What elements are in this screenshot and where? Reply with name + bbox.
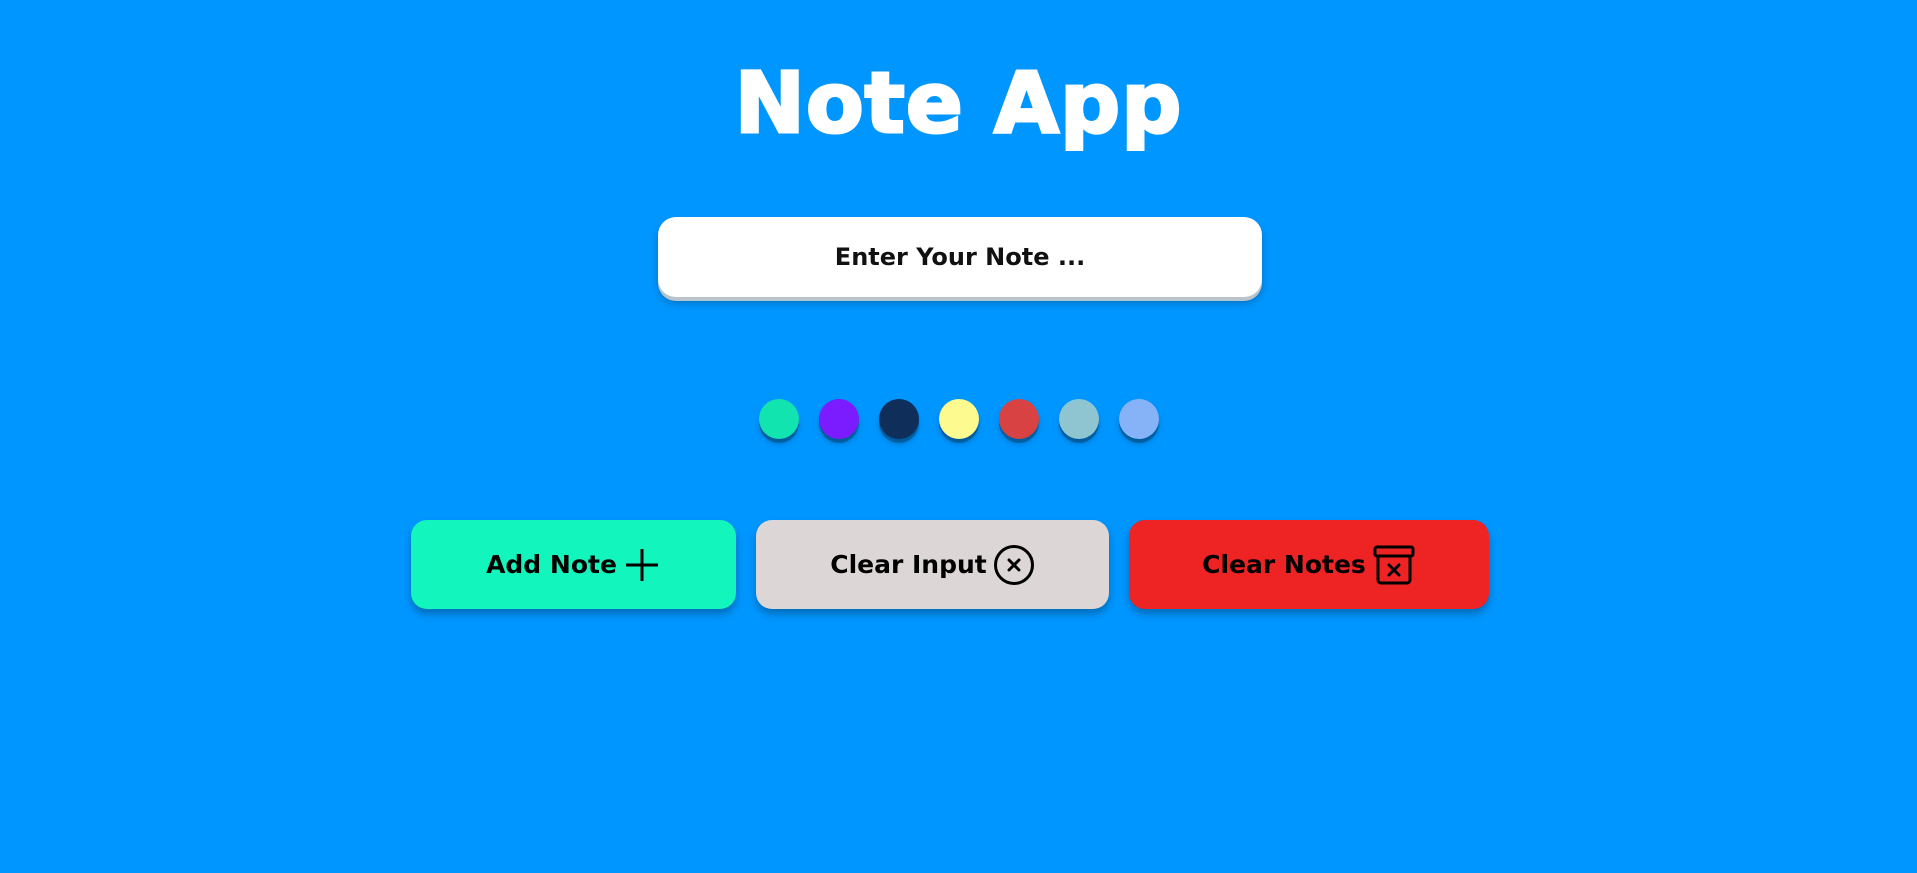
note-app-page: Note App Add Note Clear Input C xyxy=(0,0,1917,873)
color-swatch-yellow[interactable] xyxy=(938,399,979,439)
note-input[interactable] xyxy=(658,217,1262,297)
color-swatch-periwinkle[interactable] xyxy=(1118,399,1159,439)
archive-x-icon xyxy=(1372,544,1416,586)
clear-input-button[interactable]: Clear Input xyxy=(756,520,1109,609)
plus-icon xyxy=(623,546,661,584)
clear-notes-button[interactable]: Clear Notes xyxy=(1129,520,1489,609)
clear-notes-label: Clear Notes xyxy=(1202,550,1366,579)
color-swatch-red[interactable] xyxy=(998,399,1039,439)
color-swatch-navy[interactable] xyxy=(878,399,919,439)
clear-input-label: Clear Input xyxy=(830,550,987,579)
page-title: Note App xyxy=(733,53,1183,154)
color-swatch-picker xyxy=(0,399,1917,439)
color-swatch-purple[interactable] xyxy=(818,399,859,439)
add-note-button[interactable]: Add Note xyxy=(411,520,736,609)
color-swatch-teal[interactable] xyxy=(758,399,799,439)
add-note-label: Add Note xyxy=(486,550,617,579)
color-swatch-light-blue-gray[interactable] xyxy=(1058,399,1099,439)
circle-x-icon xyxy=(993,544,1035,586)
